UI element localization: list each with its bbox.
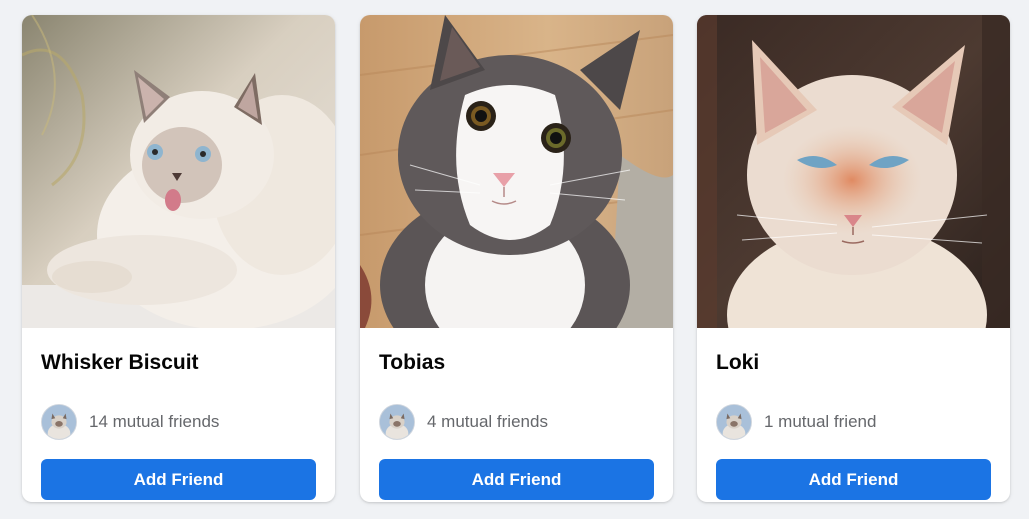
- card-body: Tobias 4 mutual friends Add Friend: [360, 328, 673, 502]
- friend-suggestion-card: Loki 1 mutual friend Add Friend: [697, 15, 1010, 502]
- mutual-friend-avatar: [41, 404, 77, 440]
- card-body: Whisker Biscuit 14 mutual friends Add Fr…: [22, 328, 335, 502]
- mutual-friends-count: 1 mutual friend: [764, 412, 877, 431]
- mutual-friends-count: 4 mutual friends: [427, 412, 548, 431]
- friend-suggestion-card: Tobias 4 mutual friends Add Friend: [360, 15, 673, 502]
- mutual-friends-count: 14 mutual friends: [89, 412, 220, 431]
- profile-photo-whisker-biscuit[interactable]: [22, 15, 335, 328]
- profile-photo-tobias[interactable]: [360, 15, 673, 328]
- profile-photo-loki[interactable]: [697, 15, 1010, 328]
- friend-suggestions-grid: Whisker Biscuit 14 mutual friends Add Fr…: [0, 0, 1029, 519]
- card-body: Loki 1 mutual friend Add Friend: [697, 328, 1010, 502]
- add-friend-button[interactable]: Add Friend: [41, 459, 316, 500]
- mutual-friend-avatar: [716, 404, 752, 440]
- mutual-friend-avatar: [379, 404, 415, 440]
- friend-name[interactable]: Loki: [716, 351, 759, 375]
- mutual-friends-row[interactable]: 14 mutual friends: [41, 404, 219, 440]
- friend-suggestion-card: Whisker Biscuit 14 mutual friends Add Fr…: [22, 15, 335, 502]
- mutual-friends-row[interactable]: 1 mutual friend: [716, 404, 876, 440]
- friend-name[interactable]: Whisker Biscuit: [41, 351, 199, 375]
- add-friend-button[interactable]: Add Friend: [379, 459, 654, 500]
- mutual-friends-row[interactable]: 4 mutual friends: [379, 404, 548, 440]
- friend-name[interactable]: Tobias: [379, 351, 445, 375]
- add-friend-button[interactable]: Add Friend: [716, 459, 991, 500]
